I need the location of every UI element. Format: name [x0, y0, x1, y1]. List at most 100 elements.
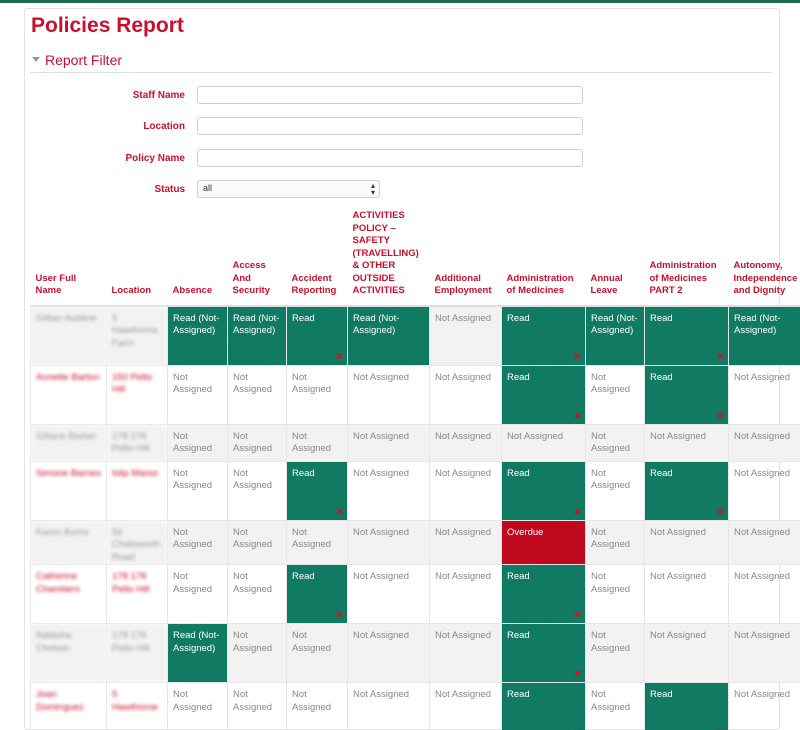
policy-status-cell: Not Assigned — [287, 365, 348, 424]
policy-status-text: Not Assigned — [591, 468, 630, 492]
policies-table-container[interactable]: User Full Name Location Absence Access A… — [30, 210, 800, 730]
policy-status-text: Not Assigned — [435, 468, 491, 479]
col-header-location[interactable]: Location — [107, 210, 168, 306]
location-cell[interactable]: 178 178 Pelto Hill — [107, 565, 168, 624]
policy-status-cell[interactable]: Read✕ — [645, 306, 729, 366]
col-header-activities-policy[interactable]: ACTIVITIES POLICY – SAFETY (TRAVELLING) … — [348, 210, 430, 306]
policy-status-cell[interactable]: Read✕ — [502, 683, 586, 730]
policy-status-cell: Not Assigned — [729, 424, 800, 461]
policy-status-cell: Not Assigned — [645, 424, 729, 461]
policy-status-text: Not Assigned — [734, 527, 790, 538]
policy-status-cell: Not Assigned — [729, 365, 800, 424]
location-cell: 56 Chatsworth Road — [107, 520, 168, 565]
staff-name-input[interactable] — [197, 86, 583, 104]
policy-status-cell: Not Assigned — [168, 461, 228, 520]
user-full-name-cell[interactable]: Joan Dominguez — [31, 683, 107, 730]
user-full-name-cell[interactable]: Simone Barnes — [31, 461, 107, 520]
policy-status-text: Not Assigned — [292, 372, 331, 396]
remove-x-icon[interactable]: ✕ — [716, 412, 725, 421]
policy-status-cell: Not Assigned — [287, 683, 348, 730]
remove-x-icon[interactable]: ✕ — [573, 412, 582, 421]
policy-status-text: Not Assigned — [650, 527, 706, 538]
remove-x-icon[interactable]: ✕ — [573, 611, 582, 620]
policy-status-cell: Not Assigned — [287, 624, 348, 683]
policy-status-text: Not Assigned — [353, 527, 409, 538]
remove-x-icon[interactable]: ✕ — [573, 353, 582, 362]
policy-status-cell[interactable]: Read (Not-Assigned) — [228, 306, 287, 366]
policy-status-cell[interactable]: Read (Not-Assigned) — [168, 624, 228, 683]
filter-divider — [30, 72, 772, 73]
policy-status-cell[interactable]: Read✕ — [502, 624, 586, 683]
policy-status-cell[interactable]: Read (Not-Assigned) — [729, 306, 800, 366]
policy-status-text: Not Assigned — [173, 468, 212, 492]
remove-x-icon[interactable]: ✕ — [335, 611, 344, 620]
status-select[interactable]: all ▴▾ — [197, 180, 380, 198]
remove-x-icon[interactable]: ✕ — [716, 508, 725, 517]
policy-status-text: Read — [507, 468, 530, 479]
col-header-annual-leave[interactable]: Annual Leave — [586, 210, 645, 306]
remove-x-icon[interactable]: ✕ — [335, 353, 344, 362]
policy-status-cell[interactable]: Read✕ — [645, 683, 729, 730]
policy-status-text: Not Assigned — [435, 571, 491, 582]
policy-status-text: Not Assigned — [233, 527, 272, 551]
policy-status-cell: Not Assigned — [729, 520, 800, 565]
col-header-additional-employment[interactable]: Additional Employment — [430, 210, 502, 306]
policy-status-text: Read (Not-Assigned) — [173, 313, 219, 337]
policy-status-cell: Not Assigned — [228, 520, 287, 565]
policy-status-cell[interactable]: Read✕ — [502, 365, 586, 424]
remove-x-icon[interactable]: ✕ — [716, 353, 725, 362]
policy-status-cell: Not Assigned — [586, 624, 645, 683]
policy-status-cell[interactable]: Read (Not-Assigned) — [168, 306, 228, 366]
policy-status-cell: Not Assigned — [586, 461, 645, 520]
policy-status-cell[interactable]: Read✕ — [287, 565, 348, 624]
policy-status-text: Read — [507, 689, 530, 700]
policy-status-text: Read (Not-Assigned) — [591, 313, 637, 337]
user-full-name-cell[interactable]: Annette Barton — [31, 365, 107, 424]
col-header-accident-reporting[interactable]: Accident Reporting — [287, 210, 348, 306]
policy-status-text: Not Assigned — [173, 527, 212, 551]
policy-status-text: Read — [650, 468, 673, 479]
location-input[interactable] — [197, 117, 583, 135]
policy-status-cell[interactable]: Overdue — [502, 520, 586, 565]
col-header-user[interactable]: User Full Name — [31, 210, 107, 306]
policy-status-cell: Not Assigned — [228, 424, 287, 461]
remove-x-icon[interactable]: ✕ — [573, 670, 582, 679]
policy-status-text: Not Assigned — [173, 372, 212, 396]
policy-status-cell: Not Assigned — [348, 424, 430, 461]
policy-status-cell: Not Assigned — [729, 565, 800, 624]
col-header-admin-medicines[interactable]: Administration of Medicines — [502, 210, 586, 306]
policy-status-cell: Not Assigned — [348, 624, 430, 683]
remove-x-icon[interactable]: ✕ — [573, 508, 582, 517]
policy-status-cell[interactable]: Read (Not-Assigned) — [586, 306, 645, 366]
policy-status-cell[interactable]: Read✕ — [645, 365, 729, 424]
policy-status-cell[interactable]: Read✕ — [287, 461, 348, 520]
policy-status-cell[interactable]: Read✕ — [287, 306, 348, 366]
policy-status-cell[interactable]: Read✕ — [502, 306, 586, 366]
policy-name-input[interactable] — [197, 149, 583, 167]
policy-status-cell[interactable]: Read (Not-Assigned) — [348, 306, 430, 366]
table-row: Annette Barton150 Pelto HillNot Assigned… — [31, 365, 800, 424]
policy-status-cell[interactable]: Read ✕ — [645, 461, 729, 520]
policy-status-cell[interactable]: Read ✕ — [502, 461, 586, 520]
policy-status-text: Read (Not-Assigned) — [353, 313, 399, 337]
report-filter-toggle[interactable]: Report Filter — [32, 52, 122, 68]
policy-status-cell: Not Assigned — [228, 461, 287, 520]
policy-status-cell: Not Assigned — [430, 565, 502, 624]
policy-status-cell: Not Assigned — [228, 683, 287, 730]
location-cell[interactable]: 150 Pelto Hill — [107, 365, 168, 424]
col-header-autonomy[interactable]: Autonomy, Independence and Dignity — [729, 210, 800, 306]
col-header-access-security[interactable]: Access And Security — [228, 210, 287, 306]
col-header-absence[interactable]: Absence — [168, 210, 228, 306]
remove-x-icon[interactable]: ✕ — [335, 508, 344, 517]
table-row: Joan Dominguez5 Hawthorne Not AssignedNot… — [31, 683, 800, 730]
policy-status-text: Not Assigned — [173, 571, 212, 595]
policy-status-cell: Not Assigned — [586, 520, 645, 565]
location-cell[interactable]: 5 Hawthorne — [107, 683, 168, 730]
user-full-name-cell[interactable]: Catherine Chambers — [31, 565, 107, 624]
policy-status-text: Not Assigned — [734, 468, 790, 479]
user-full-name-cell: Natasha Chetwin — [31, 624, 107, 683]
col-header-admin-medicines-part2[interactable]: Administration of Medicines PART 2 — [645, 210, 729, 306]
policy-status-cell[interactable]: Read✕ — [502, 565, 586, 624]
table-row: Gillian Austine5 Hawthorne FarmRead (Not… — [31, 306, 800, 366]
location-cell[interactable]: Islip Manor — [107, 461, 168, 520]
